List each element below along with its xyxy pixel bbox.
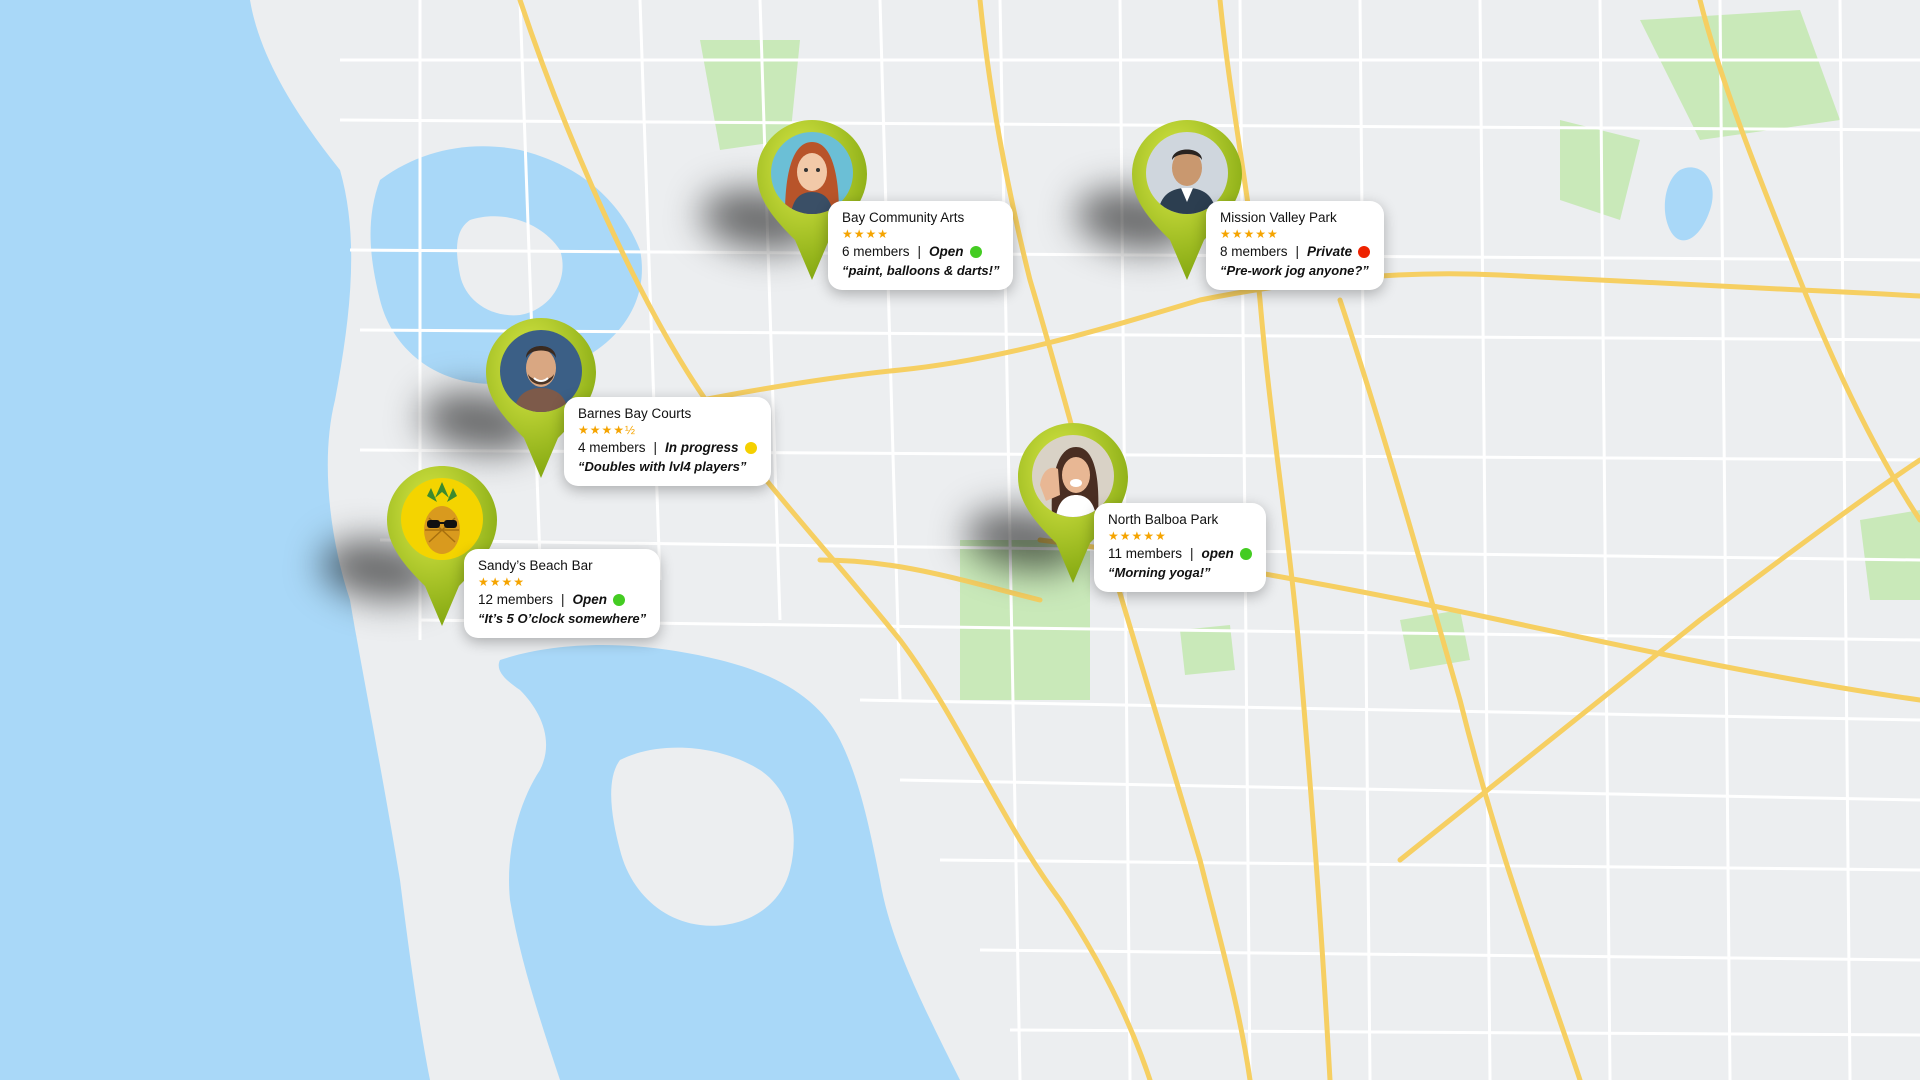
status-dot [1358, 246, 1371, 258]
map-base-layer [0, 0, 1920, 1080]
place-name: Bay Community Arts [842, 210, 965, 225]
place-quote: “paint, balloons & darts!” [842, 263, 1000, 278]
member-count: 11 members [1108, 546, 1183, 561]
place-quote: “Pre-work jog anyone?” [1220, 263, 1369, 278]
place-card-mission-valley-park[interactable]: Mission Valley Park ★★★★★ 8 members | Pr… [1206, 201, 1385, 290]
member-count: 8 members [1220, 244, 1288, 259]
place-card-barnes-bay-courts[interactable]: Barnes Bay Courts ★★★★½ 4 members | In p… [564, 397, 771, 486]
status-dot [969, 246, 982, 258]
rating-stars: ★★★★★ [1220, 227, 1279, 241]
status-dot [744, 442, 757, 454]
place-card-sandys-beach-bar[interactable]: Sandy’s Beach Bar ★★★★ 12 members | Open… [464, 549, 661, 638]
place-card-north-balboa-park[interactable]: North Balboa Park ★★★★★ 11 members | ope… [1094, 503, 1266, 592]
rating-stars: ★★★★★ [1108, 529, 1167, 543]
place-quote: “Doubles with lvl4 players” [578, 459, 747, 474]
member-count: 4 members [578, 440, 646, 455]
avatar [401, 478, 483, 560]
separator: | [917, 244, 922, 259]
pineapple-sunglasses-icon [401, 478, 483, 560]
member-count: 6 members [842, 244, 910, 259]
separator: | [1295, 244, 1300, 259]
status-label: Private [1307, 244, 1353, 259]
place-name: Barnes Bay Courts [578, 406, 692, 421]
place-name: Mission Valley Park [1220, 210, 1337, 225]
separator: | [653, 440, 658, 455]
rating-stars: ★★★★ [478, 575, 526, 589]
park-small-3 [1860, 510, 1920, 600]
map-canvas[interactable]: Bay Community Arts ★★★★ 6 members | Open… [0, 0, 1920, 1080]
status-label: Open [929, 244, 964, 259]
rating-stars: ★★★★½ [578, 423, 637, 437]
status-dot [613, 594, 626, 606]
status-label: open [1201, 546, 1234, 561]
place-quote: “It’s 5 O’clock somewhere” [478, 611, 647, 626]
place-card-bay-community-arts[interactable]: Bay Community Arts ★★★★ 6 members | Open… [828, 201, 1014, 290]
place-name: North Balboa Park [1108, 512, 1219, 527]
place-quote: “Morning yoga!” [1108, 565, 1211, 580]
status-dot [1239, 548, 1252, 560]
place-name: Sandy’s Beach Bar [478, 558, 593, 573]
park-small-2 [1180, 625, 1235, 675]
status-label: Open [572, 592, 608, 607]
member-count: 12 members [478, 592, 554, 607]
separator: | [561, 592, 565, 607]
rating-stars: ★★★★ [842, 227, 890, 241]
separator: | [1190, 546, 1194, 561]
status-label: In progress [665, 440, 739, 455]
